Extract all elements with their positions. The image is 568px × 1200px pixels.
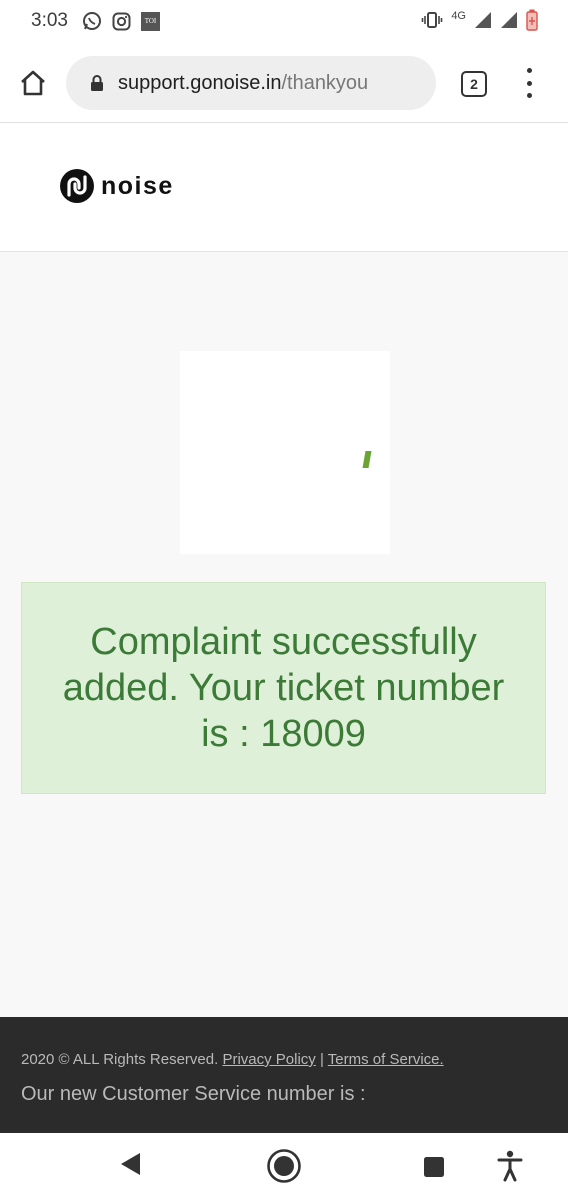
recents-icon[interactable] [422, 1155, 446, 1179]
logo-text: noise [101, 171, 174, 200]
vibrate-icon [421, 11, 443, 29]
noise-logo[interactable]: noise [59, 168, 174, 204]
whatsapp-icon [82, 11, 102, 31]
address-bar[interactable]: support.gonoise.in/thankyou [66, 56, 436, 110]
footer-legal-line: 2020 © ALL Rights Reserved. Privacy Poli… [21, 1051, 444, 1068]
lock-icon [90, 74, 104, 92]
signal-icon [474, 11, 492, 29]
system-nav-bar [0, 1133, 568, 1200]
url-domain: support.gonoise.in [118, 71, 282, 94]
copyright-text: 2020 © ALL Rights Reserved. [21, 1051, 219, 1068]
accessibility-icon[interactable] [497, 1150, 523, 1182]
system-status-icons: 4G [421, 9, 538, 31]
home-circle-icon[interactable] [266, 1148, 302, 1184]
success-message: Complaint successfully added. Your ticke… [62, 621, 505, 755]
network-type: 4G [451, 10, 466, 22]
status-time: 3:03 [31, 10, 68, 31]
terms-of-service-link[interactable]: Terms of Service. [328, 1051, 444, 1068]
home-icon[interactable] [16, 66, 50, 100]
footer-separator: | [319, 1051, 324, 1068]
status-bar: 3:03 TOI 4G [0, 0, 568, 44]
overflow-menu-icon[interactable] [518, 68, 540, 98]
site-header: noise [0, 123, 568, 252]
notification-icons: TOI [82, 11, 160, 31]
url-path: /thankyou [281, 71, 369, 94]
tab-switcher-button[interactable]: 2 [461, 71, 487, 97]
browser-toolbar: support.gonoise.in/thankyou 2 [0, 44, 568, 123]
customer-service-text: Our new Customer Service number is : [21, 1083, 366, 1105]
image-fragment [362, 451, 372, 468]
loading-image [180, 351, 390, 554]
privacy-policy-link[interactable]: Privacy Policy [222, 1051, 315, 1068]
noise-logo-icon [60, 169, 94, 203]
site-footer: 2020 © ALL Rights Reserved. Privacy Poli… [0, 1017, 568, 1133]
success-alert: Complaint successfully added. Your ticke… [21, 582, 546, 794]
toi-icon: TOI [141, 11, 160, 31]
instagram-icon [112, 12, 131, 31]
back-icon[interactable] [118, 1149, 144, 1179]
url-text: support.gonoise.in/thankyou [118, 72, 368, 95]
signal-icon [500, 11, 518, 29]
battery-icon [526, 9, 538, 31]
